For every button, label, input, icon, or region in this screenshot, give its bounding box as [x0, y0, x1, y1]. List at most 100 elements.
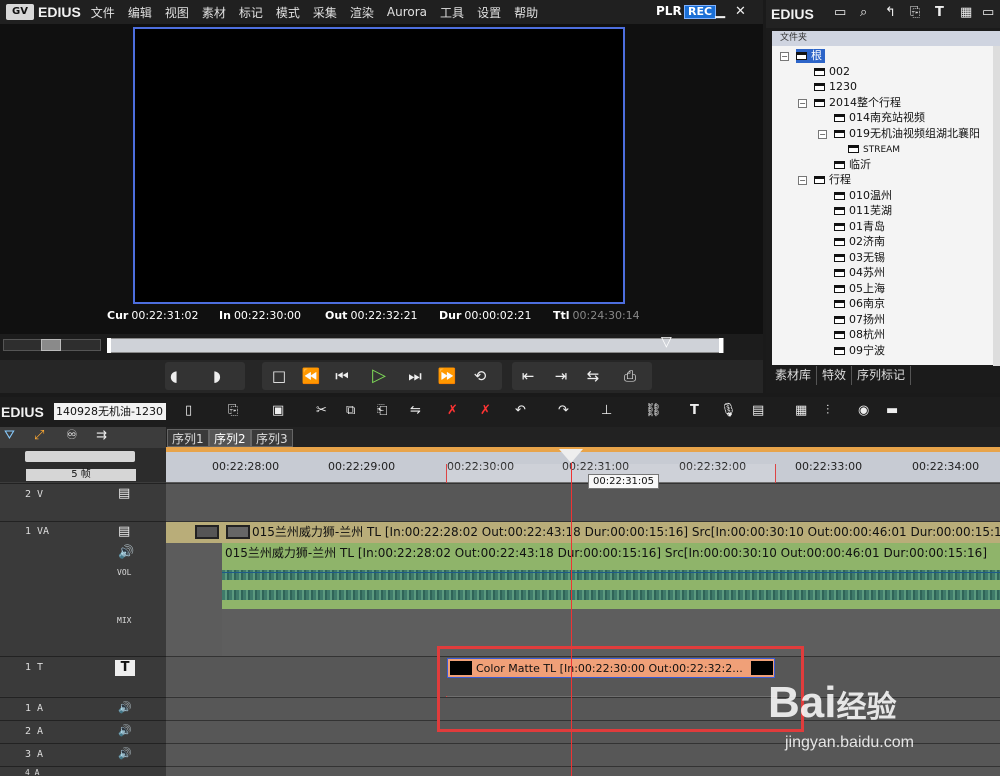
cut-icon[interactable]: ✂: [316, 403, 327, 419]
replace-clip-icon[interactable]: ⇋: [410, 403, 421, 419]
tree-folder[interactable]: 07扬州: [834, 313, 885, 327]
tree-folder[interactable]: STREAM: [848, 142, 900, 157]
step-back-icon[interactable]: ⏮: [328, 364, 356, 388]
overwrite-icon[interactable]: ⇥: [547, 364, 575, 388]
tree-expand-toggle[interactable]: −: [780, 52, 789, 61]
paste-icon[interactable]: ⎗: [377, 403, 387, 419]
fast-forward-icon[interactable]: ⏩: [433, 364, 461, 388]
tab-clip-library[interactable]: 素材库: [770, 366, 818, 385]
tree-folder[interactable]: 002: [814, 65, 850, 79]
tree-folder[interactable]: 02济南: [834, 235, 885, 249]
tree-folder[interactable]: 05上海: [834, 282, 885, 296]
tree-folder[interactable]: 011芜湖: [834, 204, 892, 218]
ripple-delete-icon[interactable]: ✗: [480, 403, 491, 419]
insert-icon[interactable]: ⇤: [514, 364, 542, 388]
tree-folder[interactable]: 03无锡: [834, 251, 885, 265]
set-in-icon[interactable]: ◖: [160, 364, 188, 388]
tree-folder[interactable]: 09宁波: [834, 344, 885, 358]
tree-folder[interactable]: 行程: [814, 173, 851, 187]
set-out-icon[interactable]: ◗: [203, 364, 231, 388]
new-sequence-icon[interactable]: ▯: [185, 403, 192, 419]
audio-clip[interactable]: 015兰州威力狮-兰州 TL [In:00:22:28:02 Out:00:22…: [222, 543, 1000, 564]
tree-folder[interactable]: 根: [796, 49, 825, 63]
up-folder-icon[interactable]: ↰: [885, 5, 896, 21]
tab-sequence-2[interactable]: 序列2: [209, 429, 251, 447]
undo-icon[interactable]: ↶: [515, 403, 526, 419]
tree-expand-toggle[interactable]: −: [798, 176, 807, 185]
menu-file[interactable]: 文件: [91, 4, 115, 21]
menu-edit[interactable]: 编辑: [128, 4, 152, 21]
mixer-icon[interactable]: ⫶: [826, 403, 829, 419]
scale-slider[interactable]: [25, 451, 135, 462]
track-header-1va[interactable]: [0, 521, 166, 656]
tree-expand-toggle[interactable]: −: [818, 129, 827, 139]
render-icon[interactable]: ▤: [752, 403, 764, 419]
razor-icon[interactable]: ⤢: [34, 428, 44, 444]
cursor-head-icon[interactable]: [559, 449, 583, 463]
layout-icon[interactable]: ▬: [886, 403, 898, 419]
menu-tools[interactable]: 工具: [440, 4, 464, 21]
tab-effects[interactable]: 特效: [817, 366, 853, 385]
close-icon[interactable]: ✕: [735, 4, 746, 20]
tree-folder[interactable]: 临沂: [834, 158, 871, 172]
snap-icon[interactable]: ⛛: [4, 428, 15, 444]
menu-help[interactable]: 帮助: [514, 4, 538, 21]
ripple-icon[interactable]: ⇉: [96, 428, 107, 444]
monitor-icon[interactable]: ▦: [960, 5, 972, 21]
export-icon[interactable]: ⎙: [616, 364, 644, 388]
folder-view-icon[interactable]: ▭: [834, 5, 846, 21]
tree-folder[interactable]: 010温州: [834, 189, 892, 203]
tab-sequence-3[interactable]: 序列3: [251, 429, 293, 447]
tree-folder[interactable]: 04苏州: [834, 266, 885, 280]
grid-icon[interactable]: ▦: [795, 403, 807, 419]
menu-capture[interactable]: 采集: [313, 4, 337, 21]
open-project-icon[interactable]: ⎘: [228, 403, 238, 419]
tab-sequence-markers[interactable]: 序列标记: [852, 366, 912, 385]
link-icon[interactable]: ⛓: [645, 403, 662, 419]
menu-view[interactable]: 视图: [165, 4, 189, 21]
loop-icon[interactable]: ⟲: [466, 364, 494, 388]
rec-badge[interactable]: REC: [684, 5, 717, 19]
menu-render[interactable]: 渲染: [350, 4, 374, 21]
shuttle-handle[interactable]: [41, 339, 61, 351]
tree-folder[interactable]: 08杭州: [834, 328, 885, 342]
copy-icon[interactable]: ⧉: [346, 403, 355, 419]
tree-folder[interactable]: 01青岛: [834, 220, 885, 234]
delete-icon[interactable]: ✗: [447, 403, 458, 419]
add-title-icon[interactable]: T: [690, 403, 699, 419]
microphone-icon[interactable]: 🎙: [720, 403, 737, 419]
menu-mode[interactable]: 模式: [276, 4, 300, 21]
tab-sequence-1[interactable]: 序列1: [167, 429, 209, 447]
tree-folder[interactable]: 06南京: [834, 297, 885, 311]
speaker-icon[interactable]: 🔊: [118, 545, 134, 561]
speaker-icon[interactable]: 🔊: [118, 746, 132, 762]
play-icon[interactable]: ▷: [365, 364, 393, 388]
tree-expand-toggle[interactable]: −: [798, 98, 807, 108]
save-icon[interactable]: ▣: [272, 403, 284, 419]
stop-icon[interactable]: □: [265, 364, 293, 388]
sync-icon[interactable]: ♾: [66, 428, 78, 444]
menu-settings[interactable]: 设置: [477, 4, 501, 21]
position-bar[interactable]: [107, 338, 724, 353]
minimize-icon[interactable]: ▁: [715, 4, 725, 20]
redo-icon[interactable]: ↷: [558, 403, 569, 419]
tree-folder[interactable]: 2014整个行程: [814, 96, 901, 110]
menu-aurora[interactable]: Aurora: [387, 5, 427, 19]
vectorscope-icon[interactable]: ◉: [858, 403, 869, 419]
add-clip-icon[interactable]: ⎘: [910, 5, 920, 21]
speaker-icon[interactable]: 🔊: [118, 700, 132, 716]
step-forward-icon[interactable]: ⏭: [401, 364, 429, 388]
tree-folder[interactable]: 014南充站视频: [834, 111, 925, 125]
speaker-icon[interactable]: 🔊: [118, 723, 132, 739]
add-cut-icon[interactable]: ⊥: [601, 403, 612, 419]
position-cursor-icon[interactable]: ▽: [661, 334, 672, 350]
folder-icon[interactable]: ▭: [982, 5, 994, 21]
menu-clip[interactable]: 素材: [202, 4, 226, 21]
search-icon[interactable]: ⌕: [860, 5, 867, 21]
tree-folder[interactable]: 1230: [814, 80, 857, 94]
track-video-icon[interactable]: ▤: [118, 486, 130, 502]
title-icon[interactable]: T: [935, 5, 944, 21]
title-track-icon[interactable]: T: [115, 660, 135, 676]
video-clip[interactable]: 015兰州威力狮-兰州 TL [In:00:22:28:02 Out:00:22…: [166, 522, 1000, 543]
menu-marker[interactable]: 标记: [239, 4, 263, 21]
